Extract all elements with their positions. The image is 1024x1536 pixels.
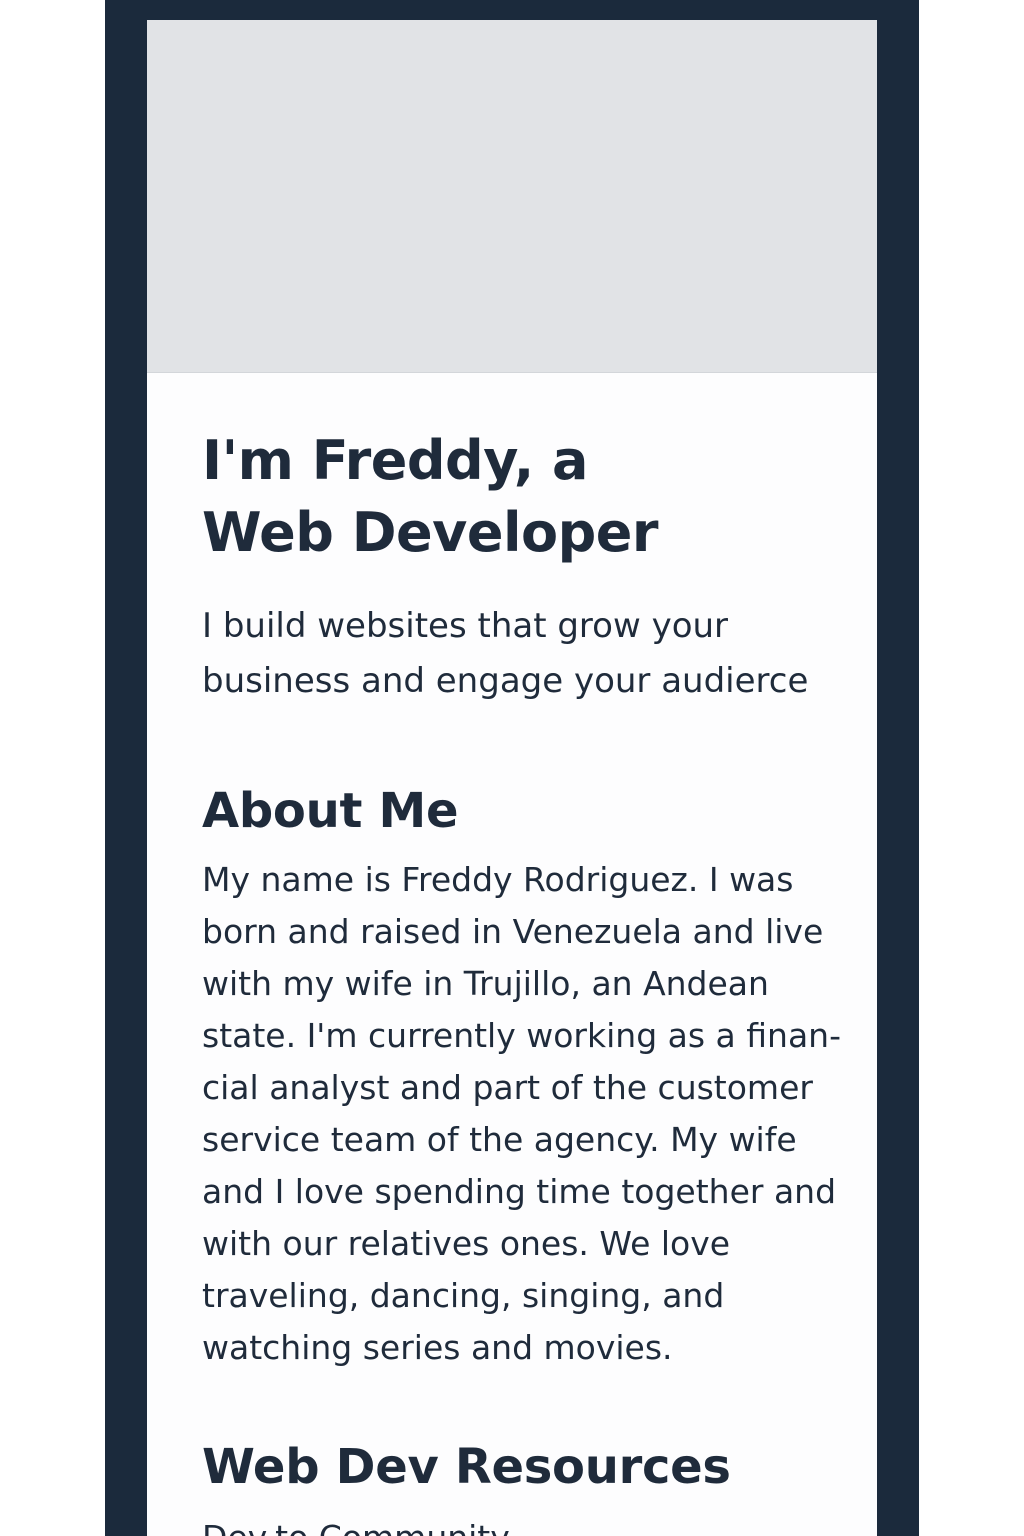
hero-title-line-2: Web Developer xyxy=(202,501,659,564)
resources-heading: Web Dev Resources xyxy=(202,1439,731,1495)
profile-card: I'm Freddy, a Web Developer I build webs… xyxy=(147,20,877,1536)
about-heading: About Me xyxy=(202,783,459,839)
main-content: I'm Freddy, a Web Developer I build webs… xyxy=(202,425,842,1536)
hero-tagline: I build websites that grow your business… xyxy=(202,606,809,701)
about-body: My name is Freddy Rodriguez. I was born … xyxy=(202,860,841,1367)
resource-item: Dev.to Community xyxy=(202,1512,842,1536)
resource-link-dev-to[interactable]: Dev.to Community xyxy=(202,1518,510,1536)
hero-title: I'm Freddy, a Web Developer xyxy=(202,425,842,569)
hero-image-placeholder xyxy=(147,20,877,373)
page-frame: I'm Freddy, a Web Developer I build webs… xyxy=(105,0,919,1536)
hero-title-line-1: I'm Freddy, a xyxy=(202,429,588,492)
resource-list: Dev.to Community xyxy=(202,1512,842,1536)
